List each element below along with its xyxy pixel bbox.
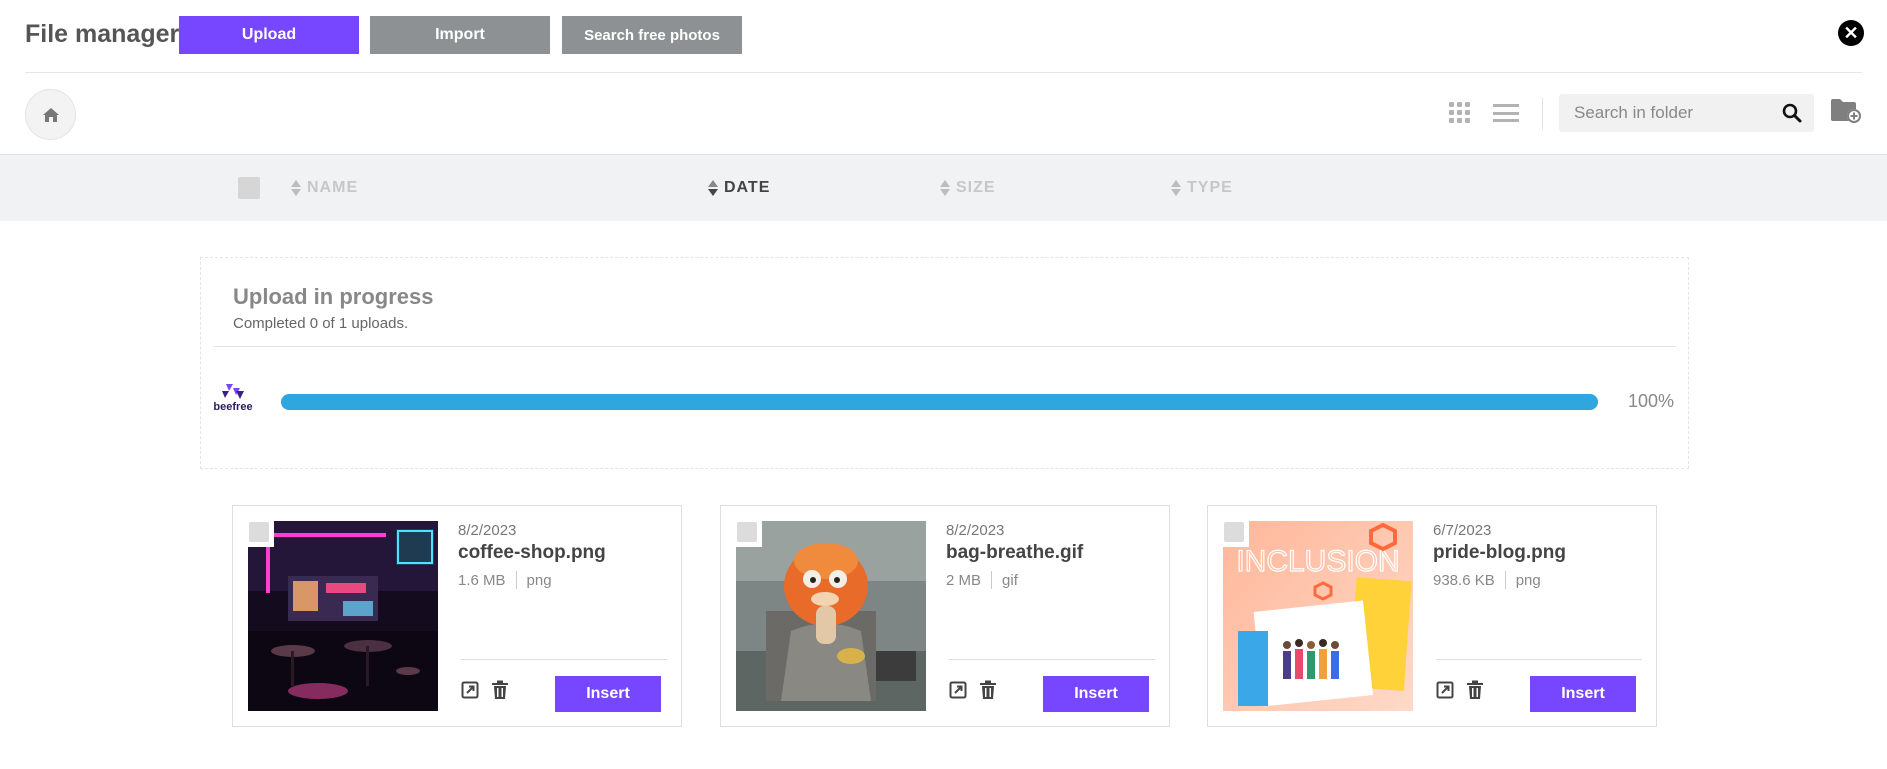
card-divider xyxy=(461,659,667,660)
top-divider xyxy=(25,72,1862,73)
upload-subtitle: Completed 0 of 1 uploads. xyxy=(233,315,409,332)
file-card[interactable]: INCLUSION 6/7/2023 pride-blog.png 938.6 … xyxy=(1207,505,1657,727)
file-card[interactable]: 8/2/2023 coffee-shop.png 1.6 MB png Inse… xyxy=(232,505,682,727)
file-date: 8/2/2023 xyxy=(458,522,517,539)
file-thumbnail[interactable]: INCLUSION xyxy=(1223,521,1413,711)
column-header-row: NAME DATE SIZE TYPE xyxy=(0,154,1887,221)
sort-by-size[interactable]: SIZE xyxy=(940,177,996,199)
sort-icon xyxy=(940,180,950,196)
beefree-logo: beefree xyxy=(213,382,253,422)
trash-icon[interactable] xyxy=(1466,680,1484,700)
sort-by-type[interactable]: TYPE xyxy=(1171,177,1233,199)
folder-add-icon[interactable] xyxy=(1830,97,1862,125)
toolbar-separator xyxy=(1542,98,1543,130)
sort-icon xyxy=(708,180,718,196)
file-checkbox[interactable] xyxy=(248,521,274,547)
upload-progress-percent: 100% xyxy=(1628,391,1675,411)
grid-view-icon[interactable] xyxy=(1449,102,1471,124)
inclusion-banner-text: INCLUSION xyxy=(1236,545,1399,578)
file-size: 938.6 KB xyxy=(1433,571,1495,589)
insert-button[interactable]: Insert xyxy=(1043,676,1149,712)
file-type: png xyxy=(526,571,552,589)
search-box xyxy=(1559,94,1814,132)
upload-progress-panel: Upload in progress Completed 0 of 1 uplo… xyxy=(200,257,1689,469)
select-all-checkbox[interactable] xyxy=(238,177,260,199)
search-free-photos-button[interactable]: Search free photos xyxy=(562,16,742,54)
card-divider xyxy=(949,659,1155,660)
file-thumbnail[interactable] xyxy=(736,521,926,711)
upload-title: Upload in progress xyxy=(233,284,434,309)
file-meta: 1.6 MB png xyxy=(458,571,552,589)
upload-progress-bar xyxy=(281,394,1598,410)
open-external-icon[interactable] xyxy=(461,681,479,699)
insert-button[interactable]: Insert xyxy=(1530,676,1636,712)
card-divider xyxy=(1436,659,1642,660)
upload-progress-fill xyxy=(281,394,1598,410)
open-external-icon[interactable] xyxy=(1436,681,1454,699)
open-external-icon[interactable] xyxy=(949,681,967,699)
file-size: 1.6 MB xyxy=(458,571,506,589)
list-view-icon[interactable] xyxy=(1493,104,1519,122)
file-date: 8/2/2023 xyxy=(946,522,1005,539)
file-type: png xyxy=(1515,571,1541,589)
file-card[interactable]: 8/2/2023 bag-breathe.gif 2 MB gif Insert xyxy=(720,505,1170,727)
file-name: pride-blog.png xyxy=(1433,542,1566,563)
file-name: bag-breathe.gif xyxy=(946,542,1084,563)
home-icon xyxy=(42,107,59,122)
close-icon[interactable]: ✕ xyxy=(1838,20,1864,46)
insert-button[interactable]: Insert xyxy=(555,676,661,712)
page-title: File manager xyxy=(25,20,180,48)
sort-icon xyxy=(291,180,301,196)
upload-button[interactable]: Upload xyxy=(179,16,359,54)
sort-by-date[interactable]: DATE xyxy=(708,177,770,199)
trash-icon[interactable] xyxy=(979,680,997,700)
sort-icon xyxy=(1171,180,1181,196)
sort-by-name[interactable]: NAME xyxy=(291,177,358,199)
home-button[interactable] xyxy=(25,89,76,140)
file-type: gif xyxy=(1002,571,1018,589)
file-meta: 938.6 KB png xyxy=(1433,571,1541,589)
file-size: 2 MB xyxy=(946,571,982,589)
file-meta: 2 MB gif xyxy=(946,571,1018,589)
file-checkbox[interactable] xyxy=(736,521,762,547)
top-bar: File manager Upload Import Search free p… xyxy=(0,0,1887,72)
search-input[interactable] xyxy=(1559,103,1769,123)
file-thumbnail[interactable] xyxy=(248,521,438,711)
search-icon[interactable] xyxy=(1782,103,1802,123)
import-button[interactable]: Import xyxy=(370,16,550,54)
upload-divider xyxy=(213,346,1676,347)
file-date: 6/7/2023 xyxy=(1433,522,1492,539)
file-checkbox[interactable] xyxy=(1223,521,1249,547)
trash-icon[interactable] xyxy=(491,680,509,700)
file-name: coffee-shop.png xyxy=(458,542,606,563)
